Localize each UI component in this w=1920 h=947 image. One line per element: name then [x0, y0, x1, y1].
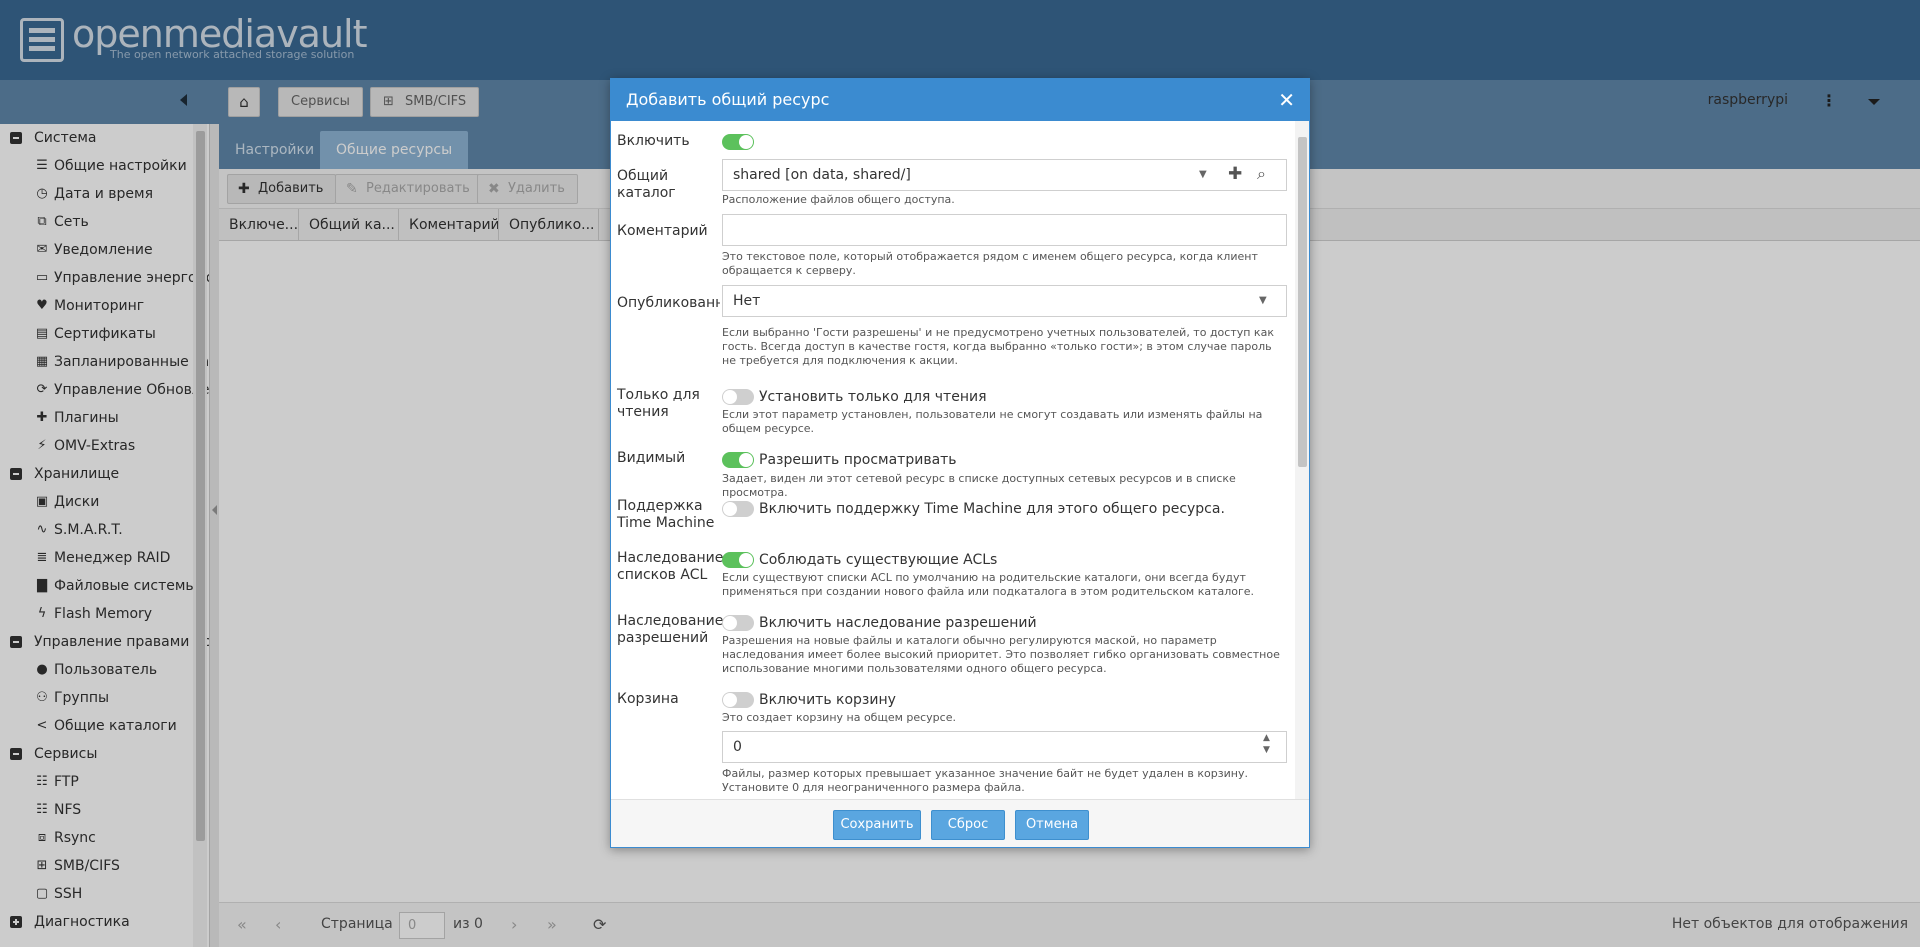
- dialog-body: Включить Общий каталог shared [on data, …: [611, 121, 1309, 799]
- recycle-label: Корзина: [617, 691, 679, 707]
- enable-toggle[interactable]: [722, 134, 754, 150]
- timemachine-label: Поддержка Time Machine: [617, 498, 715, 531]
- add-share-dialog: Добавить общий ресурс ✕ Включить Общий к…: [610, 78, 1310, 848]
- search-icon[interactable]: ⌕: [1257, 159, 1266, 189]
- spinner-down-icon[interactable]: ▼: [1263, 735, 1270, 765]
- add-icon[interactable]: ✚: [1228, 159, 1242, 189]
- visible-label: Видимый: [617, 450, 686, 466]
- comment-help: Это текстовое поле, который отображается…: [722, 250, 1258, 277]
- enable-label: Включить: [617, 133, 690, 149]
- public-label: Опубликованный: [617, 295, 720, 311]
- timemachine-toggle[interactable]: [722, 501, 754, 517]
- recycle-maxsize-input[interactable]: 0 ▲ ▼: [722, 731, 1287, 763]
- inherit-toggle[interactable]: [722, 615, 754, 631]
- visible-help: Задает, виден ли этот сетевой ресурс в с…: [722, 472, 1236, 499]
- visible-toggle-label[interactable]: Разрешить просматривать: [759, 451, 957, 469]
- inherit-toggle-label[interactable]: Включить наследование разрешений: [759, 614, 1037, 632]
- inherit-help: Разрешения на новые файлы и каталоги обы…: [722, 634, 1280, 675]
- timemachine-toggle-label[interactable]: Включить поддержку Time Machine для этог…: [759, 500, 1225, 518]
- public-help: Если выбранно 'Гости разрешены' и не пре…: [722, 326, 1274, 367]
- dialog-title: Добавить общий ресурс: [611, 79, 1309, 121]
- recycle-maxsize-help: Файлы, размер которых превышает указанно…: [722, 767, 1248, 794]
- close-icon[interactable]: ✕: [1278, 79, 1295, 121]
- readonly-toggle[interactable]: [722, 389, 754, 405]
- acl-toggle[interactable]: [722, 552, 754, 568]
- dialog-scrollbar-thumb[interactable]: [1298, 137, 1307, 467]
- save-button[interactable]: Сохранить: [833, 810, 921, 840]
- chevron-down-icon[interactable]: ▼: [1259, 286, 1267, 316]
- visible-toggle[interactable]: [722, 452, 754, 468]
- comment-input[interactable]: [722, 214, 1287, 246]
- dialog-footer: Сохранить Сброс Отмена: [611, 799, 1309, 847]
- acl-help: Если существуют списки ACL по умолчанию …: [722, 571, 1255, 598]
- inherit-label: Наследование разрешений: [617, 613, 724, 646]
- comment-label: Коментарий: [617, 223, 708, 239]
- recycle-toggle[interactable]: [722, 692, 754, 708]
- public-select[interactable]: Нет ▼: [722, 285, 1287, 317]
- recycle-toggle-label[interactable]: Включить корзину: [759, 691, 896, 709]
- shared-folder-help: Расположение файлов общего доступа.: [722, 193, 955, 206]
- readonly-toggle-label[interactable]: Установить только для чтения: [759, 388, 987, 406]
- acl-label: Наследование списков ACL: [617, 550, 724, 583]
- chevron-down-icon[interactable]: ▼: [1199, 160, 1207, 190]
- readonly-help: Если этот параметр установлен, пользоват…: [722, 408, 1263, 435]
- readonly-label: Только для чтения: [617, 387, 700, 420]
- shared-folder-label: Общий каталог: [617, 168, 676, 201]
- acl-toggle-label[interactable]: Соблюдать существующие ACLs: [759, 551, 997, 569]
- shared-folder-select[interactable]: shared [on data, shared/] ▼ ✚ ⌕: [722, 159, 1287, 191]
- recycle-help: Это создает корзину на общем ресурсе.: [722, 711, 956, 724]
- reset-button[interactable]: Сброс: [931, 810, 1005, 840]
- cancel-button[interactable]: Отмена: [1015, 810, 1089, 840]
